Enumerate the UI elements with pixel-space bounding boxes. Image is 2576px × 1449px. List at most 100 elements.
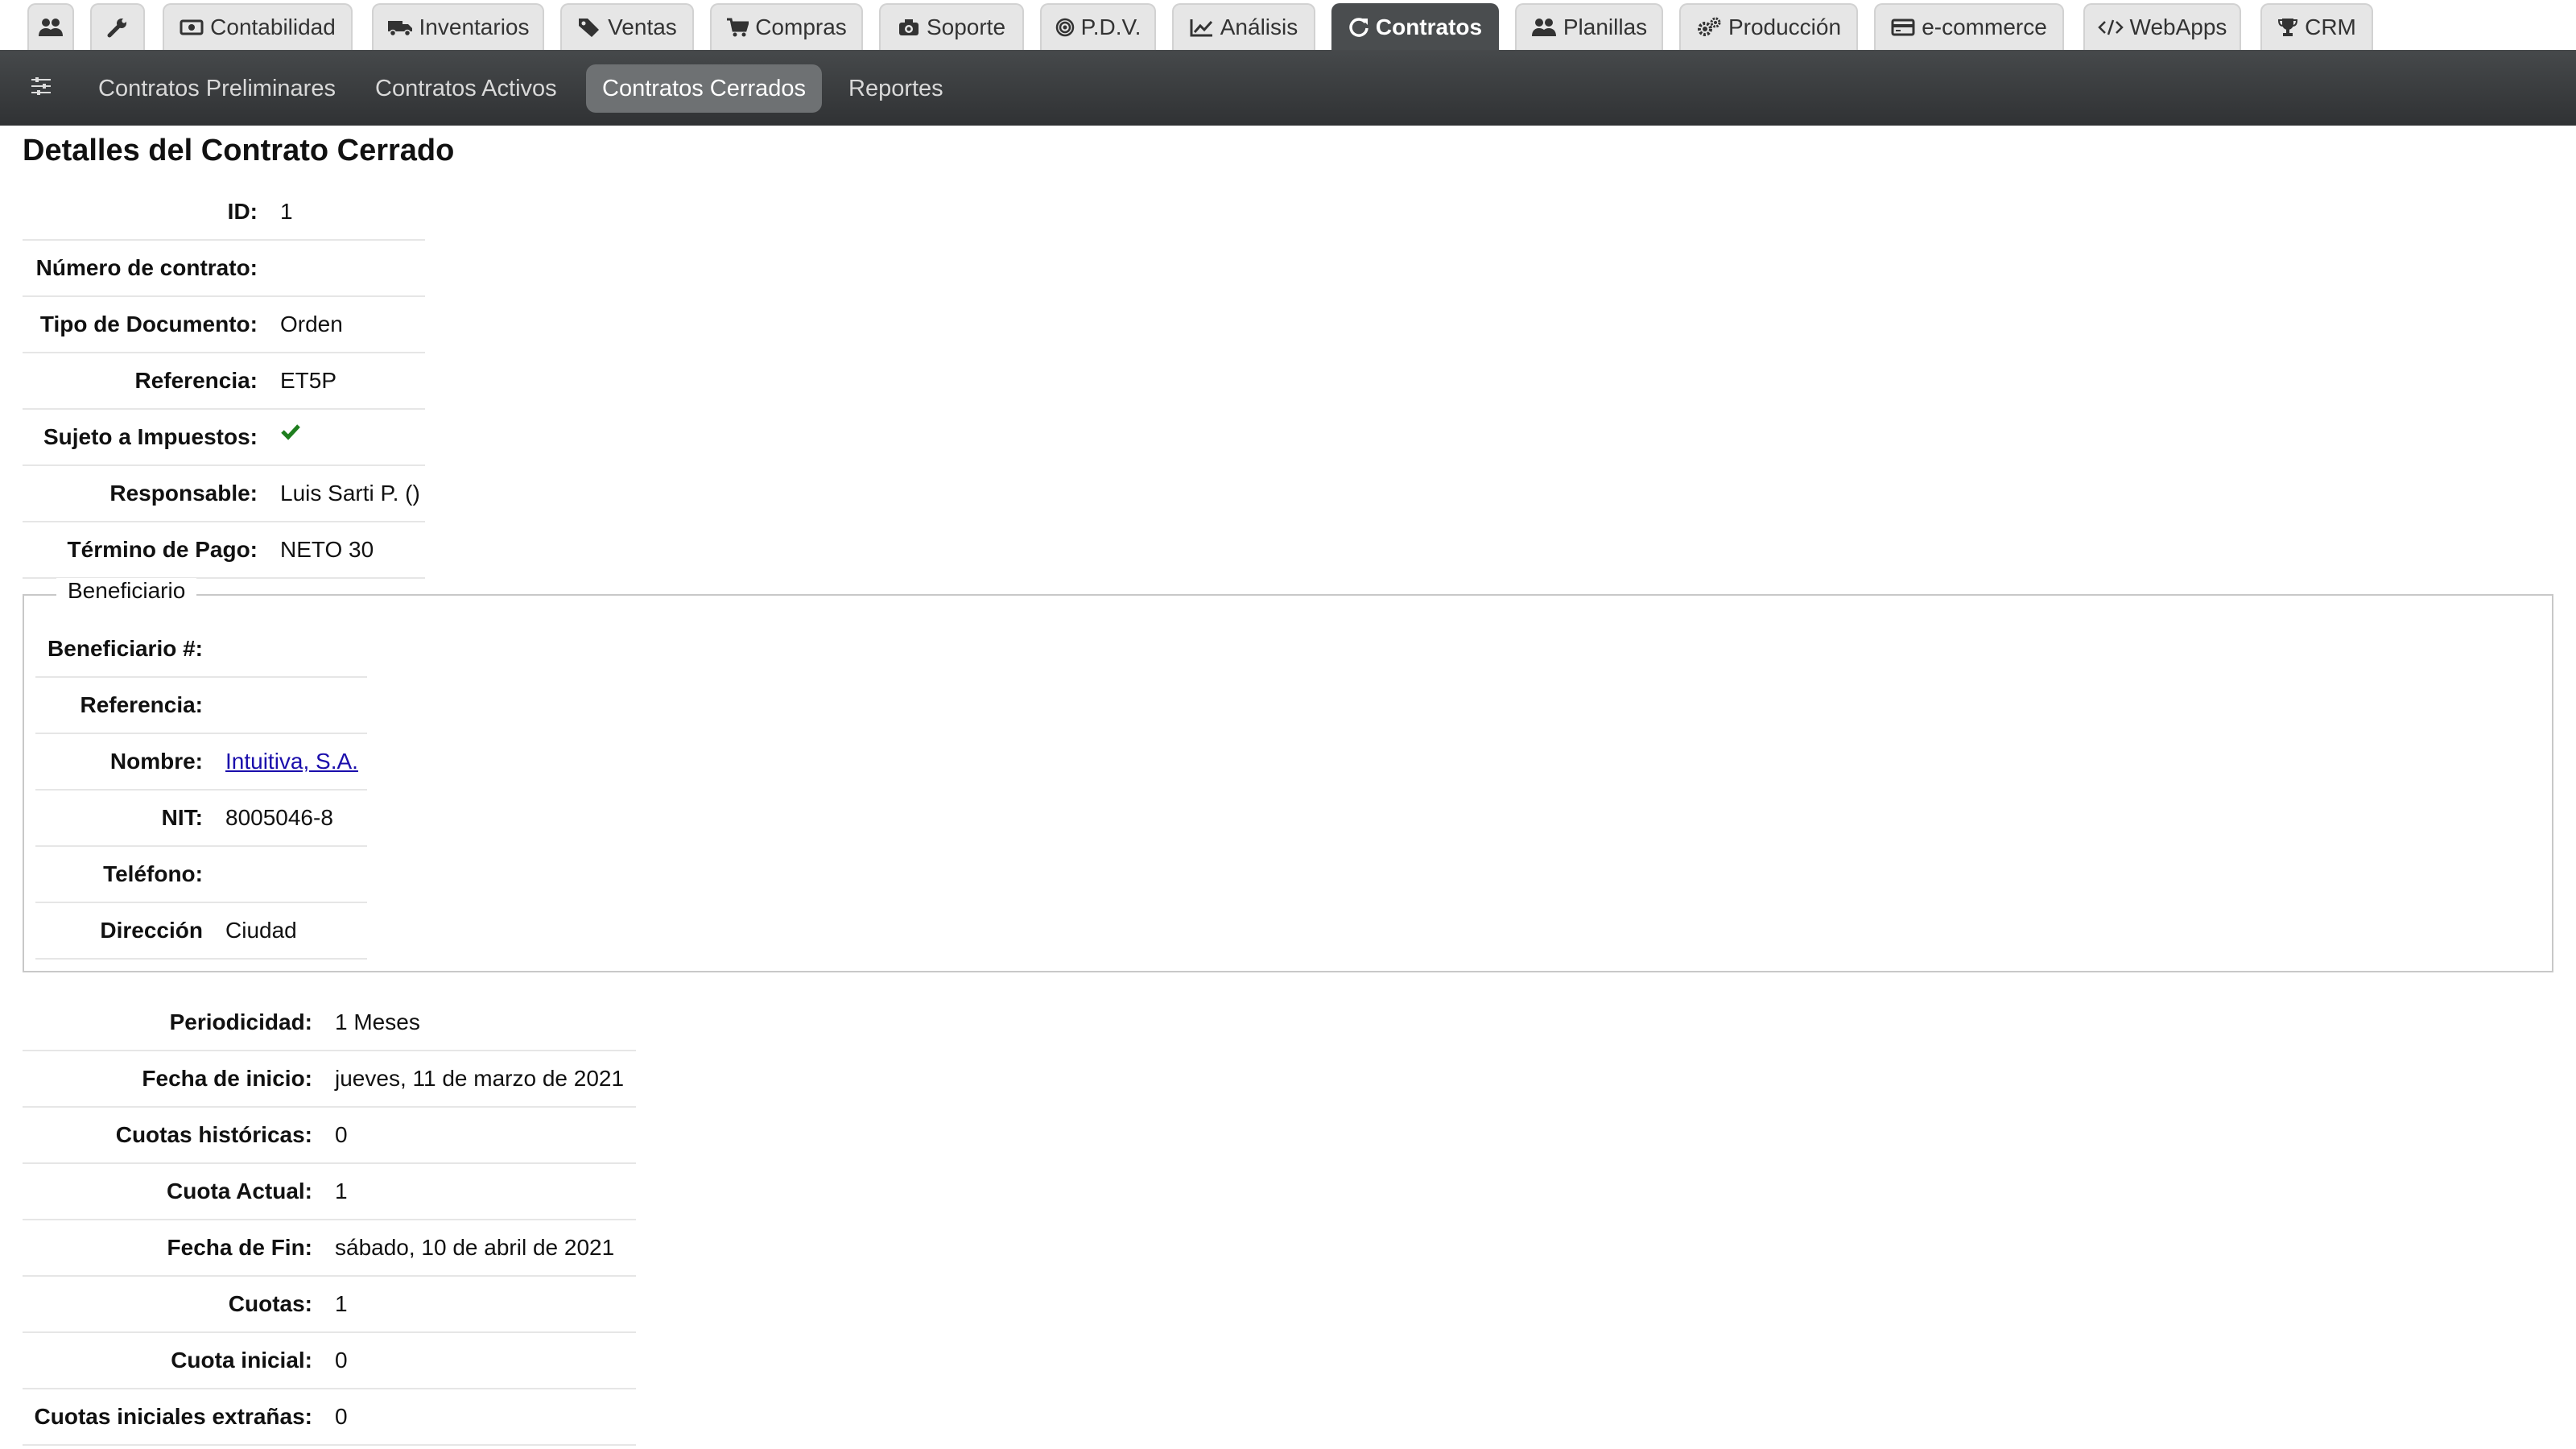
table-row: Referencia: bbox=[35, 677, 367, 734]
table-row: ID: 1 bbox=[23, 184, 425, 241]
field-label: Cuotas iniciales extrañas: bbox=[23, 1389, 335, 1446]
tab-label: Soporte bbox=[926, 14, 1006, 39]
tab-label: P.D.V. bbox=[1080, 14, 1141, 39]
tab-analysis[interactable]: Análisis bbox=[1172, 3, 1315, 50]
trophy-icon bbox=[2277, 17, 2298, 38]
field-value bbox=[225, 846, 367, 903]
module-tabbar: Contabilidad Inventarios Ventas Compras … bbox=[0, 0, 2576, 50]
field-value: 1 Meses bbox=[335, 994, 636, 1051]
tab-label: Ventas bbox=[608, 14, 677, 39]
field-value: 8005046-8 bbox=[225, 790, 367, 847]
tab-ecommerce[interactable]: e-commerce bbox=[1874, 3, 2064, 50]
field-value: 0 bbox=[335, 1389, 636, 1446]
page-title: Detalles del Contrato Cerrado bbox=[23, 134, 455, 167]
field-label: Dirección bbox=[35, 902, 225, 960]
field-value: Ciudad bbox=[225, 902, 367, 960]
field-label: NIT: bbox=[35, 790, 225, 847]
field-label: Fecha de Fin: bbox=[23, 1220, 335, 1277]
tab-label: WebApps bbox=[2129, 14, 2227, 39]
tab-label: Inventarios bbox=[419, 14, 530, 39]
tab-sales[interactable]: Ventas bbox=[560, 3, 694, 50]
field-value: ET5P bbox=[280, 353, 425, 410]
field-value: NETO 30 bbox=[280, 522, 425, 579]
field-value: 1 bbox=[335, 1276, 636, 1333]
table-row: NIT: 8005046-8 bbox=[35, 790, 367, 847]
field-label: Nombre: bbox=[35, 733, 225, 791]
field-value bbox=[280, 240, 425, 297]
tab-payroll[interactable]: Planillas bbox=[1515, 3, 1663, 50]
field-label: Término de Pago: bbox=[23, 522, 280, 579]
truck-icon bbox=[387, 18, 413, 37]
field-value bbox=[225, 677, 367, 734]
field-label: Teléfono: bbox=[35, 846, 225, 903]
filter-toggle-button[interactable] bbox=[24, 72, 58, 103]
table-row: Teléfono: bbox=[35, 846, 367, 903]
field-value: jueves, 11 de marzo de 2021 bbox=[335, 1051, 636, 1108]
tab-label: Planillas bbox=[1563, 14, 1648, 39]
table-row: Cuota Actual: 1 bbox=[23, 1163, 636, 1220]
tab-webapps[interactable]: WebApps bbox=[2083, 3, 2241, 50]
field-value: 1 bbox=[335, 1163, 636, 1220]
sublink-preliminary[interactable]: Contratos Preliminares bbox=[82, 64, 352, 113]
table-row: Tipo de Documento: Orden bbox=[23, 296, 425, 353]
table-row: Beneficiario #: bbox=[35, 621, 367, 678]
beneficiary-name-link[interactable]: Intuitiva, S.A. bbox=[225, 749, 358, 774]
field-label: Sujeto a Impuestos: bbox=[23, 409, 280, 466]
tab-label: Análisis bbox=[1220, 14, 1298, 39]
tab-purchases[interactable]: Compras bbox=[710, 3, 863, 50]
tab-tools[interactable] bbox=[90, 3, 145, 50]
table-row: Cuotas iniciales extrañas: 0 bbox=[23, 1389, 636, 1446]
contract-details-table: ID: 1 Número de contrato: Tipo de Docume… bbox=[23, 184, 425, 579]
tab-pos[interactable]: P.D.V. bbox=[1040, 3, 1156, 50]
tab-accounting[interactable]: Contabilidad bbox=[163, 3, 353, 50]
table-row: Responsable: Luis Sarti P. () bbox=[23, 465, 425, 522]
field-value: Luis Sarti P. () bbox=[280, 465, 425, 522]
table-row: Cuota inicial: 0 bbox=[23, 1332, 636, 1389]
field-value: 1 bbox=[280, 184, 425, 241]
tab-support[interactable]: Soporte bbox=[879, 3, 1024, 50]
sublink-reports[interactable]: Reportes bbox=[832, 64, 960, 113]
tab-contracts[interactable]: Contratos bbox=[1331, 3, 1499, 50]
table-row: Fecha de inicio: jueves, 11 de marzo de … bbox=[23, 1051, 636, 1108]
money-icon bbox=[180, 19, 204, 36]
field-label: Referencia: bbox=[35, 677, 225, 734]
users-icon bbox=[38, 17, 64, 38]
table-row: Sujeto a Impuestos: bbox=[23, 409, 425, 466]
field-label: Cuotas: bbox=[23, 1276, 335, 1333]
field-label: Número de contrato: bbox=[23, 240, 280, 297]
table-row: Número de contrato: bbox=[23, 240, 425, 297]
field-value: Orden bbox=[280, 296, 425, 353]
users-icon bbox=[1531, 17, 1557, 38]
tab-label: Contratos bbox=[1375, 14, 1483, 39]
check-icon bbox=[280, 420, 301, 446]
field-label: Periodicidad: bbox=[23, 994, 335, 1051]
field-label: Fecha de inicio: bbox=[23, 1051, 335, 1108]
tab-users[interactable] bbox=[27, 3, 74, 50]
camera-icon bbox=[898, 18, 920, 37]
credit-card-icon bbox=[1891, 19, 1915, 36]
tab-crm[interactable]: CRM bbox=[2260, 3, 2373, 50]
tab-production[interactable]: Producción bbox=[1679, 3, 1858, 50]
table-row: Fecha de Fin: sábado, 10 de abril de 202… bbox=[23, 1220, 636, 1277]
field-label: Beneficiario #: bbox=[35, 621, 225, 678]
tab-label: e-commerce bbox=[1922, 14, 2047, 39]
refresh-icon bbox=[1348, 17, 1369, 38]
field-value: sábado, 10 de abril de 2021 bbox=[335, 1220, 636, 1277]
sublink-closed[interactable]: Contratos Cerrados bbox=[586, 64, 823, 113]
table-row: Término de Pago: NETO 30 bbox=[23, 522, 425, 579]
beneficiary-table: Beneficiario #: Referencia: Nombre: Intu… bbox=[35, 621, 367, 960]
target-icon bbox=[1055, 18, 1075, 37]
sublink-active[interactable]: Contratos Activos bbox=[359, 64, 573, 113]
field-label: Tipo de Documento: bbox=[23, 296, 280, 353]
field-label: ID: bbox=[23, 184, 280, 241]
field-label: Cuotas históricas: bbox=[23, 1107, 335, 1164]
sliders-icon bbox=[30, 76, 52, 100]
field-value: 0 bbox=[335, 1107, 636, 1164]
tab-label: CRM bbox=[2305, 14, 2356, 39]
field-value bbox=[225, 621, 367, 678]
tab-inventory[interactable]: Inventarios bbox=[372, 3, 544, 50]
field-label: Responsable: bbox=[23, 465, 280, 522]
table-row: Nombre: Intuitiva, S.A. bbox=[35, 733, 367, 791]
line-chart-icon bbox=[1190, 18, 1214, 37]
table-row: Cuotas: 1 bbox=[23, 1276, 636, 1333]
